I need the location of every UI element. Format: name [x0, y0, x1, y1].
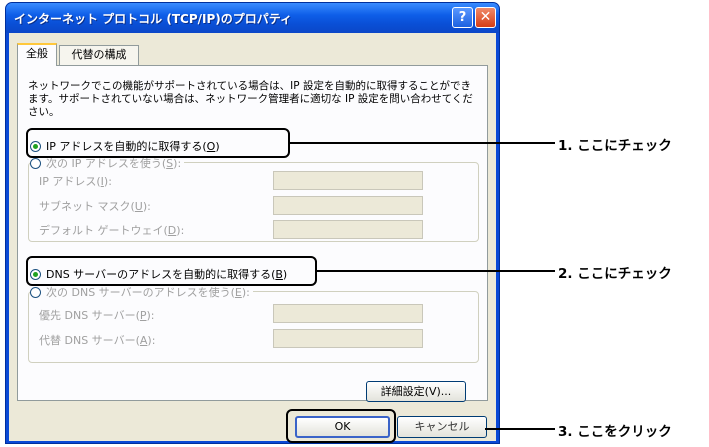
alternate-dns-field[interactable] [273, 329, 423, 348]
tab-alternate-config[interactable]: 代替の構成 [59, 45, 139, 65]
dns-manual-group: 優先 DNS サーバー(P): 代替 DNS サーバー(A): [28, 291, 479, 363]
ip-address-label: IP アドレス(I): [39, 175, 112, 188]
ip-address-field[interactable] [273, 171, 423, 190]
callout-1: 1. ここにチェック [558, 138, 672, 154]
title-bar[interactable]: インターネット プロトコル (TCP/IP)のプロパティ ? ✕ [6, 3, 499, 33]
tab-panel-general: ネットワークでこの機能がサポートされている場合は、IP 設定を自動的に取得するこ… [17, 65, 488, 402]
ip-manual-group: IP アドレス(I): サブネット マスク(U): デフォルト ゲートウェイ(D… [28, 162, 479, 242]
callout-2: 2. ここにチェック [558, 266, 672, 282]
ip-manual-mnemonic: S [166, 157, 174, 170]
callout-line-2 [317, 270, 555, 272]
dns-manual-mnemonic: E [234, 286, 242, 299]
dns-manual-radio[interactable]: 次の DNS サーバーのアドレスを使う(E): [30, 284, 253, 300]
window-title: インターネット プロトコル (TCP/IP)のプロパティ [14, 12, 293, 26]
highlight-ok-button [286, 409, 396, 443]
default-gateway-label: デフォルト ゲートウェイ(D): [39, 224, 185, 237]
highlight-dns-auto [26, 256, 317, 286]
subnet-mask-label: サブネット マスク(U): [39, 200, 151, 213]
callout-line-1 [290, 142, 555, 144]
help-icon: ? [458, 10, 467, 25]
ip-manual-label: 次の IP アドレスを使う [46, 157, 162, 170]
tab-general[interactable]: 全般 [17, 43, 57, 66]
dialog-body: 全般 代替の構成 ネットワークでこの機能がサポートされている場合は、IP 設定を… [9, 33, 496, 441]
subnet-mask-field[interactable] [273, 196, 423, 215]
radio-unselected-icon [30, 158, 41, 169]
dns-manual-label: 次の DNS サーバーのアドレスを使う [46, 286, 231, 299]
callout-line-3 [485, 428, 555, 430]
default-gateway-field[interactable] [273, 220, 423, 239]
close-button[interactable]: ✕ [475, 7, 496, 28]
description-text: ネットワークでこの機能がサポートされている場合は、IP 設定を自動的に取得するこ… [28, 80, 473, 118]
highlight-ip-auto [26, 128, 290, 158]
cancel-button[interactable]: キャンセル [397, 416, 487, 438]
callout-3: 3. ここをクリック [558, 424, 672, 440]
advanced-button[interactable]: 詳細設定(V)... [366, 381, 466, 402]
dialog-window: インターネット プロトコル (TCP/IP)のプロパティ ? ✕ 全般 代替の構… [5, 2, 500, 444]
preferred-dns-label: 優先 DNS サーバー(P): [39, 309, 155, 322]
close-icon: ✕ [479, 9, 492, 25]
alternate-dns-label: 代替 DNS サーバー(A): [39, 334, 156, 347]
radio-unselected-icon [30, 287, 41, 298]
help-button[interactable]: ? [452, 7, 473, 28]
preferred-dns-field[interactable] [273, 304, 423, 323]
